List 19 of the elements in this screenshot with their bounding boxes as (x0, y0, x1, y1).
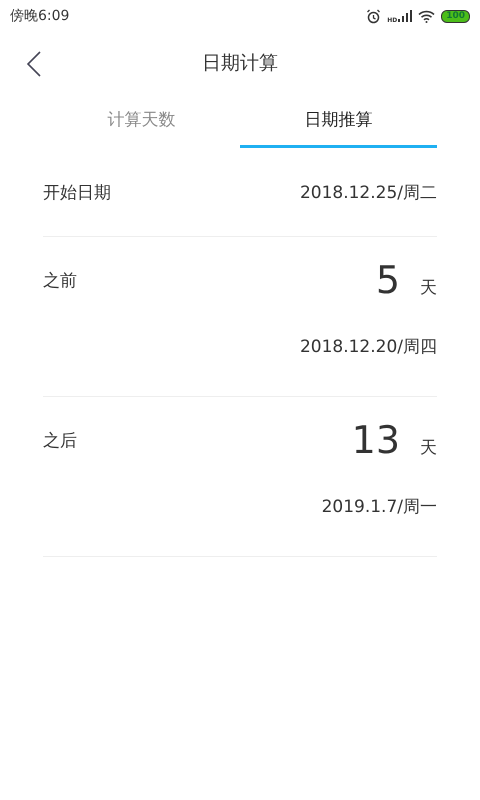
result-date: 2018.12.20/周四 (300, 336, 437, 358)
status-time: 傍晚6:09 (10, 7, 70, 25)
alarm-icon (366, 8, 382, 24)
page-title: 日期计算 (202, 51, 278, 76)
tab[interactable]: 计算天数 (43, 98, 240, 148)
start-date[interactable]: 2018.12.25/周二 (300, 180, 437, 204)
field-label: 之后 (43, 430, 77, 452)
wifi-icon (418, 10, 436, 22)
unit-label: 天 (420, 277, 437, 299)
back-icon[interactable] (26, 51, 42, 77)
field-label: 之前 (43, 270, 77, 292)
tab[interactable]: 日期推算 (240, 98, 437, 148)
days-value[interactable]: 13 (352, 418, 400, 462)
signal-icon (398, 10, 412, 22)
days-value[interactable]: 5 (376, 258, 400, 302)
unit-label: 天 (420, 437, 437, 459)
field-label: 开始日期 (43, 182, 111, 204)
result-date: 2019.1.7/周一 (322, 496, 437, 518)
battery-level: 100 (441, 10, 470, 22)
